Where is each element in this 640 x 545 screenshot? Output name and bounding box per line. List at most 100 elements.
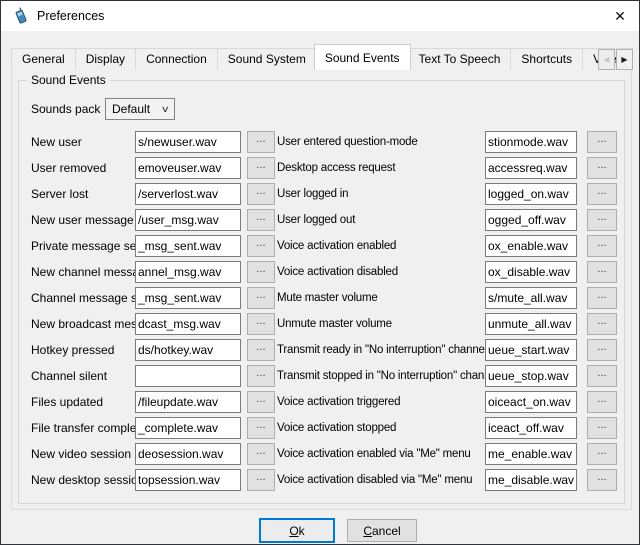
browse-button[interactable]: ... xyxy=(587,235,617,257)
sound-file-input[interactable] xyxy=(135,157,241,179)
event-label: Files updated xyxy=(31,395,135,409)
event-label: Private message sent xyxy=(31,239,135,253)
sound-file-input[interactable] xyxy=(485,261,577,283)
browse-button[interactable]: ... xyxy=(247,261,275,283)
browse-button[interactable]: ... xyxy=(247,417,275,439)
preferences-dialog: Preferences ✕ GeneralDisplayConnectionSo… xyxy=(0,0,640,545)
browse-button[interactable]: ... xyxy=(587,469,617,491)
event-label: Channel silent xyxy=(31,369,135,383)
browse-button[interactable]: ... xyxy=(247,365,275,387)
group-title: Sound Events xyxy=(27,73,110,87)
browse-button[interactable]: ... xyxy=(587,131,617,153)
event-label: Voice activation stopped xyxy=(277,422,485,434)
sound-file-input[interactable] xyxy=(135,183,241,205)
browse-button[interactable]: ... xyxy=(247,443,275,465)
event-label: Voice activation disabled xyxy=(277,266,485,278)
ok-button[interactable]: Ok xyxy=(259,518,335,543)
browse-button[interactable]: ... xyxy=(247,209,275,231)
browse-button[interactable]: ... xyxy=(587,287,617,309)
tab-sound-events[interactable]: Sound Events xyxy=(314,44,411,70)
sound-file-input[interactable] xyxy=(485,287,577,309)
chevron-down-icon: ∨ xyxy=(161,104,170,115)
browse-button[interactable]: ... xyxy=(247,183,275,205)
browse-button[interactable]: ... xyxy=(247,469,275,491)
sound-event-row: Server lost ... User logged in ... xyxy=(19,181,624,207)
event-label: Transmit ready in "No interruption" chan… xyxy=(277,344,485,356)
sound-file-input[interactable] xyxy=(135,131,241,153)
sound-file-input[interactable] xyxy=(485,469,577,491)
sound-file-input[interactable] xyxy=(135,417,241,439)
sound-file-input[interactable] xyxy=(135,235,241,257)
tab-scroll-right-icon[interactable]: ▶ xyxy=(616,49,633,70)
sound-file-input[interactable] xyxy=(485,209,577,231)
browse-button[interactable]: ... xyxy=(587,365,617,387)
tab-text-to-speech[interactable]: Text To Speech xyxy=(408,48,512,70)
browse-button[interactable]: ... xyxy=(587,313,617,335)
sound-file-input[interactable] xyxy=(485,391,577,413)
sound-file-input[interactable] xyxy=(485,313,577,335)
sound-file-input[interactable] xyxy=(135,469,241,491)
sound-file-input[interactable] xyxy=(135,391,241,413)
sound-file-input[interactable] xyxy=(485,131,577,153)
sound-file-input[interactable] xyxy=(485,235,577,257)
browse-button[interactable]: ... xyxy=(247,235,275,257)
event-label: New channel message xyxy=(31,265,135,279)
browse-button[interactable]: ... xyxy=(247,157,275,179)
browse-button[interactable]: ... xyxy=(247,287,275,309)
sound-file-input[interactable] xyxy=(135,287,241,309)
tab-sound-system[interactable]: Sound System xyxy=(217,48,317,70)
sound-events-tab-panel: Sound Events Sounds pack Default ∨ New u… xyxy=(11,69,632,510)
event-label: Unmute master volume xyxy=(277,318,485,330)
sound-event-row: New video session ... Voice activation e… xyxy=(19,441,624,467)
sound-file-input[interactable] xyxy=(135,209,241,231)
sound-file-input[interactable] xyxy=(485,443,577,465)
tab-shortcuts[interactable]: Shortcuts xyxy=(510,48,583,70)
browse-button[interactable]: ... xyxy=(247,339,275,361)
event-label: User entered question-mode xyxy=(277,136,485,148)
tab-display[interactable]: Display xyxy=(75,48,136,70)
sound-file-input[interactable] xyxy=(485,365,577,387)
event-label: Mute master volume xyxy=(277,292,485,304)
sound-file-input[interactable] xyxy=(135,261,241,283)
close-icon[interactable]: ✕ xyxy=(609,5,631,27)
sound-file-input[interactable] xyxy=(485,339,577,361)
tab-general[interactable]: General xyxy=(11,48,76,70)
event-label: Voice activation triggered xyxy=(277,396,485,408)
browse-button[interactable]: ... xyxy=(587,183,617,205)
browse-button[interactable]: ... xyxy=(587,209,617,231)
sound-event-row: File transfer complete ... Voice activat… xyxy=(19,415,624,441)
event-label: Voice activation enabled via "Me" menu xyxy=(277,448,485,460)
tab-scroll-left-icon[interactable]: ◀ xyxy=(598,49,615,70)
sound-event-row: New user message ... User logged out ... xyxy=(19,207,624,233)
sound-event-row: New broadcast message ... Unmute master … xyxy=(19,311,624,337)
sound-events-group: Sound Events Sounds pack Default ∨ New u… xyxy=(18,80,625,504)
sound-file-input[interactable] xyxy=(485,417,577,439)
sound-event-row: Private message sent ... Voice activatio… xyxy=(19,233,624,259)
event-label: Voice activation enabled xyxy=(277,240,485,252)
sound-file-input[interactable] xyxy=(485,183,577,205)
sound-file-input[interactable] xyxy=(135,443,241,465)
event-label: Desktop access request xyxy=(277,162,485,174)
event-label: User logged out xyxy=(277,214,485,226)
browse-button[interactable]: ... xyxy=(247,391,275,413)
browse-button[interactable]: ... xyxy=(587,391,617,413)
tab-connection[interactable]: Connection xyxy=(135,48,218,70)
cancel-button[interactable]: Cancel xyxy=(347,519,417,542)
sound-event-row: New desktop session ... Voice activation… xyxy=(19,467,624,493)
browse-button[interactable]: ... xyxy=(587,443,617,465)
sound-file-input[interactable] xyxy=(135,365,241,387)
browse-button[interactable]: ... xyxy=(587,339,617,361)
sound-file-input[interactable] xyxy=(485,157,577,179)
sound-file-input[interactable] xyxy=(135,313,241,335)
browse-button[interactable]: ... xyxy=(247,313,275,335)
browse-button[interactable]: ... xyxy=(587,157,617,179)
browse-button[interactable]: ... xyxy=(587,417,617,439)
sound-file-input[interactable] xyxy=(135,339,241,361)
event-label: New broadcast message xyxy=(31,317,135,331)
browse-button[interactable]: ... xyxy=(247,131,275,153)
sounds-pack-select[interactable]: Default ∨ xyxy=(105,98,175,120)
sound-event-row: New user ... User entered question-mode … xyxy=(19,129,624,155)
browse-button[interactable]: ... xyxy=(587,261,617,283)
event-label: New user xyxy=(31,135,135,149)
event-label: New user message xyxy=(31,213,135,227)
